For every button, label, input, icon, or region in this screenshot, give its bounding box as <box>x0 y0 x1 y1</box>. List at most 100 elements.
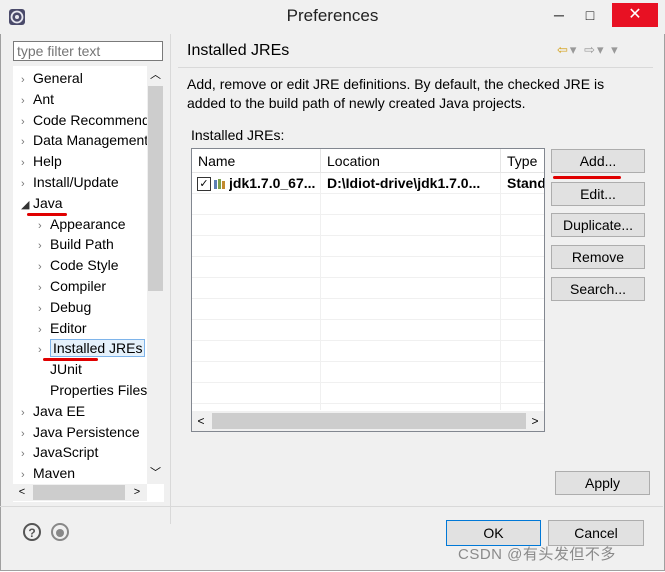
tree-vertical-scroll-thumb[interactable] <box>148 86 163 291</box>
collapsed-arrow-icon[interactable]: › <box>21 91 33 111</box>
duplicate-button[interactable]: Duplicate... <box>551 213 645 237</box>
collapsed-arrow-icon[interactable]: › <box>38 320 50 340</box>
table-row <box>192 194 544 215</box>
filter-input[interactable] <box>13 41 163 61</box>
jre-type-cell: Standard VM <box>507 175 544 191</box>
collapsed-arrow-icon[interactable]: › <box>38 299 50 319</box>
collapsed-arrow-icon[interactable]: › <box>21 424 33 444</box>
tree-item[interactable]: › Compiler <box>38 276 106 296</box>
add-button[interactable]: Add... <box>551 149 645 173</box>
table-scroll-right-arrow[interactable]: > <box>526 411 544 431</box>
tree-item-label: Java Persistence <box>33 423 140 440</box>
tree-item[interactable]: Properties Files Editor <box>38 380 164 400</box>
collapsed-arrow-icon[interactable]: › <box>38 236 50 256</box>
table-row <box>192 257 544 278</box>
tree-item[interactable]: › Java Persistence <box>21 422 140 442</box>
close-button[interactable]: ✕ <box>612 3 658 27</box>
record-macro-icon[interactable] <box>51 523 69 541</box>
collapsed-arrow-icon[interactable]: › <box>38 340 50 360</box>
search-button[interactable]: Search... <box>551 277 645 301</box>
forward-arrow-icon[interactable]: ⇨ <box>584 42 597 57</box>
title-separator <box>178 67 653 68</box>
tree-item[interactable]: › Installed JREs <box>38 338 146 360</box>
tree-item[interactable]: JUnit <box>38 359 82 379</box>
jre-location-cell: D:\Idiot-drive\jdk1.7.0... <box>327 175 481 191</box>
jre-default-checkbox[interactable]: ✓ <box>197 177 211 191</box>
watermark: CSDN @有头发但不多 <box>458 546 616 563</box>
tree-item-label: JUnit <box>50 361 82 378</box>
help-icon[interactable]: ? <box>23 523 41 541</box>
tree-item[interactable]: › General <box>21 68 83 88</box>
back-menu-icon[interactable]: ▾ <box>570 42 579 57</box>
back-arrow-icon[interactable]: ⇦ <box>557 42 570 57</box>
tree-item[interactable]: › Debug <box>38 297 91 317</box>
collapsed-arrow-icon[interactable]: › <box>21 444 33 464</box>
tree-item[interactable]: › Appearance <box>38 214 126 234</box>
collapsed-arrow-icon[interactable]: › <box>21 132 33 152</box>
panel-splitter[interactable] <box>170 34 171 524</box>
tree-item[interactable]: › JavaScript <box>21 442 98 462</box>
collapsed-arrow-icon[interactable]: › <box>21 70 33 90</box>
tree-item-label: Help <box>33 153 62 170</box>
column-divider <box>500 173 501 410</box>
tree-item[interactable]: › Maven <box>21 463 75 483</box>
page-description: Add, remove or edit JRE definitions. By … <box>187 76 605 111</box>
column-header-type[interactable]: Type <box>501 149 544 173</box>
tree-item[interactable]: ◢ Java <box>21 193 63 213</box>
jre-library-icon <box>214 179 225 189</box>
tree-item[interactable]: › Install/Update <box>21 172 119 192</box>
apply-button[interactable]: Apply <box>555 471 650 495</box>
tree-item[interactable]: › Data Management <box>21 130 148 150</box>
table-scroll-left-arrow[interactable]: < <box>192 411 210 431</box>
collapsed-arrow-icon[interactable]: › <box>21 112 33 132</box>
tree-item[interactable]: › Ant <box>21 89 54 109</box>
tree-scroll-down-arrow[interactable]: ﹀ <box>147 464 164 482</box>
tree-item[interactable]: › Code Recommenders <box>21 110 164 130</box>
tree-scroll-left-arrow[interactable]: < <box>13 484 31 501</box>
tree-item-label: Debug <box>50 298 92 315</box>
tree-item[interactable]: › Help <box>21 151 62 171</box>
tree-item-label: Install/Update <box>33 174 119 190</box>
column-divider <box>320 173 321 410</box>
tree-item-label: Data Management <box>33 132 149 149</box>
page-navigation: ⇦▾ ⇨▾ ▾ <box>557 42 620 58</box>
collapsed-arrow-icon[interactable]: › <box>38 216 50 236</box>
tree-horizontal-scroll-thumb[interactable] <box>33 485 125 500</box>
installed-jres-table: Name Location Type ✓ jdk1.7.0_67... D:\I… <box>191 148 545 432</box>
collapsed-arrow-icon[interactable]: › <box>21 174 33 194</box>
minimize-button[interactable]: ─ <box>545 3 573 27</box>
collapsed-arrow-icon[interactable]: › <box>21 153 33 173</box>
maximize-button[interactable]: □ <box>576 3 604 27</box>
table-row <box>192 236 544 257</box>
tree-item[interactable]: › Build Path <box>38 234 114 254</box>
table-row <box>192 278 544 299</box>
tree-item-label: Code Style <box>50 257 119 274</box>
tree-item[interactable]: › Editor <box>38 318 87 338</box>
tree-item-label: Editor <box>50 319 87 336</box>
page-title: Installed JREs <box>187 42 290 59</box>
tree-item[interactable]: › Java EE <box>21 401 85 421</box>
view-menu-icon[interactable]: ▾ <box>611 42 620 57</box>
table-row <box>192 341 544 362</box>
tree-item[interactable]: › Code Style <box>38 255 118 275</box>
tree-scroll-up-arrow[interactable]: ︿ <box>147 66 164 84</box>
expanded-arrow-icon[interactable]: ◢ <box>21 195 33 215</box>
tree-item-label: JavaScript <box>33 444 99 461</box>
tree-scroll-right-arrow[interactable]: > <box>128 484 146 501</box>
footer-separator <box>0 506 663 507</box>
forward-menu-icon[interactable]: ▾ <box>597 42 606 57</box>
table-row <box>192 362 544 383</box>
tree-item-label: Maven <box>33 465 76 482</box>
tree-item-label: Compiler <box>50 278 107 294</box>
column-header-location[interactable]: Location <box>321 149 501 173</box>
collapsed-arrow-icon[interactable]: › <box>21 403 33 423</box>
collapsed-arrow-icon[interactable]: › <box>21 465 33 485</box>
collapsed-arrow-icon[interactable]: › <box>38 278 50 298</box>
table-row[interactable]: ✓ jdk1.7.0_67... D:\Idiot-drive\jdk1.7.0… <box>192 173 544 194</box>
collapsed-arrow-icon[interactable]: › <box>38 257 50 277</box>
column-header-name[interactable]: Name <box>192 149 321 173</box>
table-row <box>192 215 544 236</box>
edit-button[interactable]: Edit... <box>551 182 645 206</box>
table-horizontal-scroll-thumb[interactable] <box>212 413 526 429</box>
remove-button[interactable]: Remove <box>551 245 645 269</box>
